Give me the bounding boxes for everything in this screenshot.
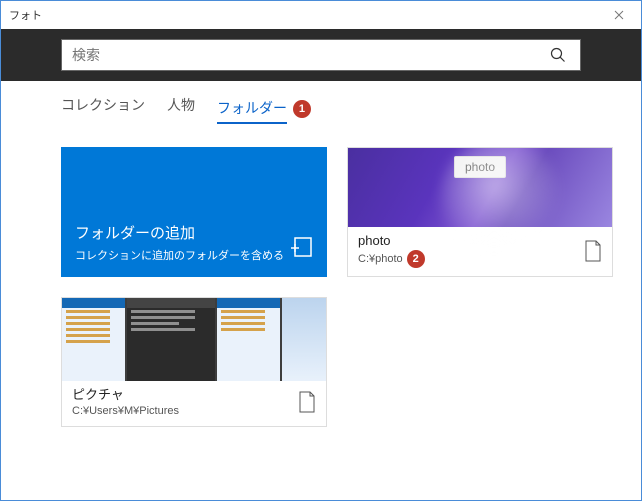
tab-folders[interactable]: フォルダー bbox=[217, 100, 287, 124]
folder-grid: フォルダーの追加 コレクションに追加のフォルダーを含める photo photo… bbox=[1, 129, 641, 427]
document-icon bbox=[584, 240, 602, 262]
window-close-button[interactable] bbox=[597, 1, 641, 29]
tab-collection[interactable]: コレクション bbox=[61, 95, 145, 121]
search-band bbox=[1, 29, 641, 81]
annotation-badge-2: 2 bbox=[407, 250, 425, 268]
folder-tile-thumb: photo bbox=[348, 148, 612, 227]
folder-tile-meta: ピクチャ C:¥Users¥M¥Pictures bbox=[62, 381, 326, 426]
grid-row: フォルダーの追加 コレクションに追加のフォルダーを含める photo photo… bbox=[61, 147, 615, 277]
folder-tile-pictures[interactable]: ピクチャ C:¥Users¥M¥Pictures bbox=[61, 297, 327, 427]
annotation-badge-1: 1 bbox=[293, 100, 311, 118]
folder-thumb-overlay-label: photo bbox=[454, 156, 506, 178]
tab-strip: コレクション 人物 フォルダー 1 bbox=[1, 81, 641, 129]
folder-tile-title: photo bbox=[358, 233, 425, 250]
titlebar: フォト bbox=[1, 1, 641, 29]
folder-tile-path: C:¥photo 2 bbox=[358, 250, 425, 268]
folder-tile-photo[interactable]: photo photo C:¥photo 2 bbox=[347, 147, 613, 277]
add-folder-tile[interactable]: フォルダーの追加 コレクションに追加のフォルダーを含める bbox=[61, 147, 327, 277]
close-icon bbox=[614, 10, 624, 20]
photos-app-window: フォト コレクション 人物 フォルダー 1 フォルダーの追加 コレクションに追加… bbox=[0, 0, 642, 501]
window-title: フォト bbox=[9, 7, 42, 23]
folder-tile-title: ピクチャ bbox=[72, 387, 179, 404]
grid-row: ピクチャ C:¥Users¥M¥Pictures bbox=[61, 297, 615, 427]
folder-tile-path: C:¥Users¥M¥Pictures bbox=[72, 404, 179, 418]
document-icon bbox=[298, 391, 316, 413]
search-icon bbox=[550, 47, 566, 63]
add-folder-subtitle: コレクションに追加のフォルダーを含める bbox=[75, 247, 313, 263]
add-folder-icon bbox=[289, 234, 313, 263]
add-folder-title: フォルダーの追加 bbox=[75, 222, 313, 243]
search-button[interactable] bbox=[536, 40, 580, 70]
tab-people[interactable]: 人物 bbox=[167, 95, 195, 121]
search-box[interactable] bbox=[61, 39, 581, 71]
folder-tile-thumb bbox=[62, 298, 326, 381]
search-input[interactable] bbox=[62, 40, 536, 70]
